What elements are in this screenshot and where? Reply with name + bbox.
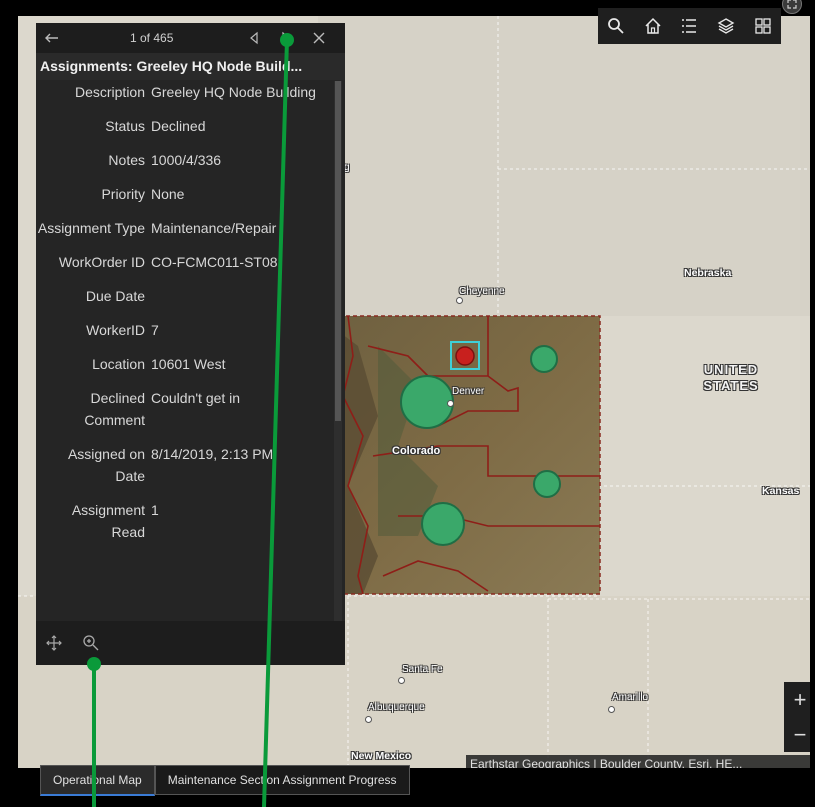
annotation-overlay [87, 33, 294, 807]
annotation-marker-zoom-to [87, 657, 101, 671]
annotation-line-next [262, 39, 289, 807]
annotation-marker-next [280, 33, 294, 47]
